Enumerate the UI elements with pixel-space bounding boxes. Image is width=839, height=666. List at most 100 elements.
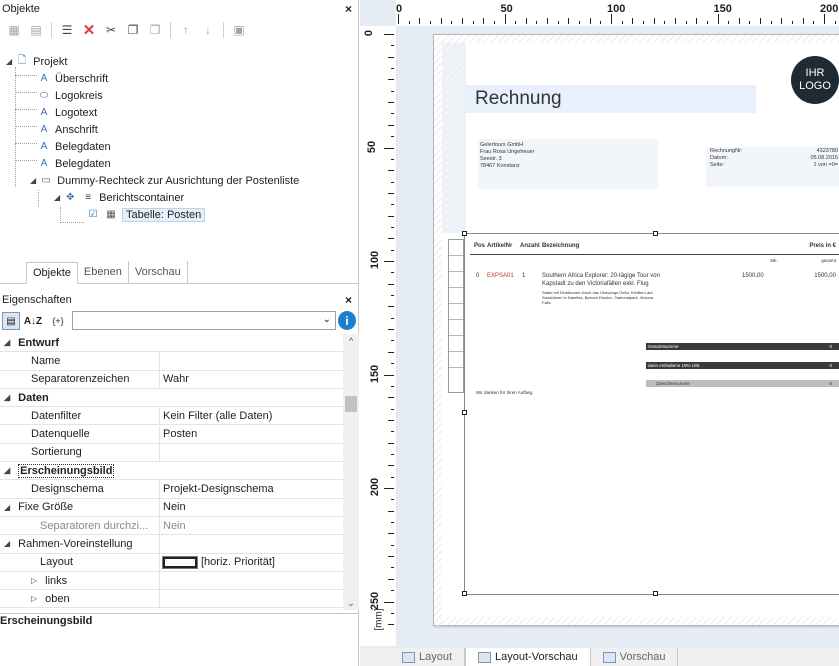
info-icon[interactable]: i xyxy=(338,311,356,330)
text-icon: A xyxy=(40,124,48,135)
close-icon[interactable]: × xyxy=(345,293,352,307)
document-heading[interactable]: Rechnung xyxy=(475,88,562,110)
scroll-up-icon[interactable]: ^ xyxy=(343,334,359,348)
sort-alpha-icon[interactable]: A↓Z xyxy=(24,312,42,330)
tree-item-tabelle-posten[interactable]: ☑ ▦ Tabelle: Posten xyxy=(86,206,206,223)
checkbox-icon[interactable]: ☑ xyxy=(86,209,100,220)
property-value[interactable] xyxy=(160,352,343,369)
copy-icon[interactable]: ❐ xyxy=(123,20,143,40)
collapse-icon[interactable]: ◢ xyxy=(4,466,10,475)
tab-objekte[interactable]: Objekte xyxy=(26,262,78,284)
collapse-icon[interactable]: ◢ xyxy=(4,503,10,512)
property-value[interactable] xyxy=(160,590,343,607)
property-scrollbar[interactable]: ^ ⌄ xyxy=(343,334,359,610)
report-page[interactable]: Rechnung IHR LOGO Gelertours GmbH Frau R… xyxy=(433,34,839,627)
property-key: ▷ links xyxy=(0,571,160,590)
price-sub-label: Stk. xyxy=(770,258,778,263)
new-object-icon[interactable]: ▦ xyxy=(4,20,24,40)
move-up-icon[interactable]: ↑ xyxy=(176,20,196,40)
property-search-combo[interactable]: ⌄ xyxy=(72,311,336,330)
property-key: Datenquelle xyxy=(0,425,160,443)
chevron-down-icon[interactable]: ⌄ xyxy=(323,314,331,325)
property-row[interactable]: Designschema Projekt-Designschema xyxy=(0,480,343,499)
resize-handle[interactable] xyxy=(653,591,658,596)
tree-item-logotext[interactable]: A Logotext xyxy=(37,104,98,121)
close-icon[interactable]: × xyxy=(345,2,352,16)
properties-icon[interactable]: ☰ xyxy=(57,20,77,40)
scroll-thumb[interactable] xyxy=(345,396,357,412)
item-desc: Southern Africa Explorer: 20-tägige Tour… xyxy=(542,273,660,279)
tree-item-berichtscontainer[interactable]: ◢ ✥ ≡ Berichtscontainer xyxy=(54,189,184,206)
tab-layout-vorschau[interactable]: Layout-Vorschau xyxy=(465,648,591,666)
collapse-icon[interactable]: ◢ xyxy=(4,338,10,347)
property-row[interactable]: Sortierung xyxy=(0,443,343,463)
ruler-unit: [mm] xyxy=(373,608,385,631)
property-row[interactable]: ◢ Fixe Größe Nein xyxy=(0,498,343,517)
property-value[interactable]: [horiz. Priorität] xyxy=(160,554,343,571)
resize-handle[interactable] xyxy=(462,231,467,236)
property-row[interactable]: ▷ links xyxy=(0,571,343,591)
property-row[interactable]: Datenquelle Posten xyxy=(0,425,343,444)
property-row[interactable]: Layout [horiz. Priorität] xyxy=(0,553,343,572)
delete-icon[interactable]: ✕ xyxy=(79,20,99,40)
expand-icon[interactable]: ▷ xyxy=(31,576,37,585)
tree-item-belegdaten[interactable]: A Belegdaten xyxy=(37,138,111,155)
resize-handle[interactable] xyxy=(462,591,467,596)
property-value[interactable]: Projekt-Designschema xyxy=(160,480,343,497)
tree-item-projekt[interactable]: ◢ 🗋 Projekt xyxy=(6,53,67,70)
tree-item-belegdaten-2[interactable]: A Belegdaten xyxy=(37,155,111,172)
item-price: 1500,00 xyxy=(742,273,764,279)
property-category[interactable]: ◢ Entwurf xyxy=(0,334,343,353)
logo-circle[interactable]: IHR LOGO xyxy=(791,56,839,104)
tree-item-logokreis[interactable]: ⬭ Logokreis xyxy=(37,87,103,104)
tree-item-anschrift[interactable]: A Anschrift xyxy=(37,121,98,138)
property-value[interactable]: Nein xyxy=(160,517,343,534)
tab-vorschau[interactable]: Vorschau xyxy=(591,648,679,666)
tab-layout[interactable]: Layout xyxy=(390,648,466,666)
paste-icon[interactable]: ❒ xyxy=(145,20,165,40)
move-down-icon[interactable]: ↓ xyxy=(198,20,218,40)
collapse-icon[interactable]: ◢ xyxy=(54,193,60,202)
tree-item-ueberschrift[interactable]: A Überschrift xyxy=(37,70,109,87)
property-row[interactable]: Datenfilter Kein Filter (alle Daten) xyxy=(0,407,343,426)
tab-vorschau[interactable]: Vorschau xyxy=(129,261,188,283)
resize-handle[interactable] xyxy=(462,410,467,415)
property-description: Erscheinungsbild xyxy=(0,613,358,666)
property-value[interactable]: Nein xyxy=(160,499,343,516)
expand-icon[interactable]: ▷ xyxy=(31,594,37,603)
categorized-icon[interactable]: ▤ xyxy=(2,312,20,330)
collapse-icon[interactable]: ◢ xyxy=(4,393,10,402)
margin-hatch xyxy=(434,35,442,627)
row-handle-strip[interactable] xyxy=(448,239,464,393)
report-container[interactable] xyxy=(464,233,839,595)
tree-item-dummy-rechteck[interactable]: ◢ ▭ Dummy-Rechteck zur Ausrichtung der P… xyxy=(30,172,299,189)
property-value[interactable] xyxy=(160,572,343,589)
property-value[interactable]: Kein Filter (alle Daten) xyxy=(160,407,343,424)
tab-ebenen[interactable]: Ebenen xyxy=(78,261,129,283)
collapse-icon[interactable]: ◢ xyxy=(4,539,10,548)
grid-icon[interactable]: ▤ xyxy=(26,20,46,40)
formula-icon[interactable]: {+} xyxy=(46,312,70,330)
collapse-icon[interactable]: ◢ xyxy=(30,176,36,185)
item-note: Falls. xyxy=(542,300,552,305)
property-value[interactable]: Posten xyxy=(160,426,343,443)
layer-icon[interactable]: ▣ xyxy=(229,20,249,40)
property-category[interactable]: ◢ Erscheinungsbild xyxy=(0,462,343,481)
property-row[interactable]: Separatoren durchzi... Nein xyxy=(0,517,343,536)
sum-label: darin enthaltene 19% USt. xyxy=(648,363,701,368)
property-row[interactable]: Name xyxy=(0,352,343,371)
resize-handle[interactable] xyxy=(653,231,658,236)
property-row[interactable]: ◢ Rahmen-Voreinstellung xyxy=(0,535,343,554)
page-canvas[interactable]: Rechnung IHR LOGO Gelertours GmbH Frau R… xyxy=(396,26,839,646)
collapse-icon[interactable]: ◢ xyxy=(6,57,12,66)
table-header-cell: ArtikelNr xyxy=(487,243,513,249)
property-value[interactable] xyxy=(160,444,343,461)
property-row[interactable]: Separatorenzeichen Wahr xyxy=(0,370,343,389)
scroll-down-icon[interactable]: ⌄ xyxy=(343,596,359,610)
property-category[interactable]: ◢ Daten xyxy=(0,389,343,408)
property-value[interactable]: Wahr xyxy=(160,371,343,388)
property-value[interactable] xyxy=(160,535,343,552)
property-row[interactable]: ▷ oben xyxy=(0,590,343,609)
sum-value: 0 xyxy=(829,381,832,386)
cut-icon[interactable]: ✂ xyxy=(101,20,121,40)
